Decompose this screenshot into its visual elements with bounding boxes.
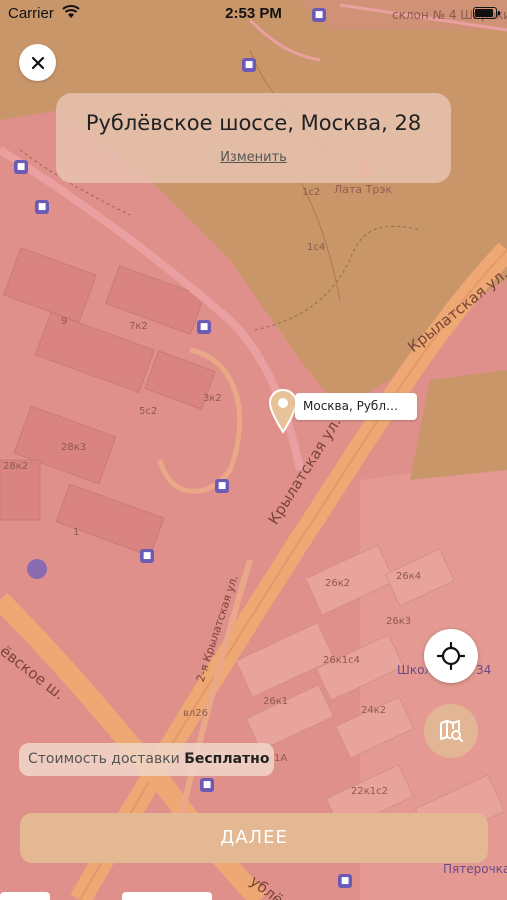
map-house-number: 26к1с4	[323, 655, 360, 666]
battery-level	[475, 9, 494, 17]
map-house-number: 1	[73, 527, 80, 538]
map-house-number: 22к1с2	[351, 786, 388, 797]
map-house-number: 26к1	[263, 696, 289, 707]
next-button[interactable]: ДАЛЕЕ	[20, 813, 488, 863]
map-screen: склон № 4 Широки Лата Трэк 1с2 1с4 9 7к2…	[0, 0, 507, 900]
bus-stop-icon[interactable]: ■	[197, 320, 211, 334]
map-house-number: 26к2	[325, 578, 351, 589]
map-house-number: 5с2	[139, 406, 158, 417]
bus-stop-icon[interactable]: ■	[140, 549, 154, 563]
status-bar: Carrier 2:53 PM	[0, 0, 507, 28]
delivery-cost-chip: Стоимость доставки Бесплатно	[19, 743, 274, 776]
bottom-peek-right	[122, 892, 212, 900]
pet-poi-icon[interactable]	[27, 559, 47, 579]
close-icon	[31, 56, 44, 69]
bus-stop-icon[interactable]: ■	[242, 58, 256, 72]
map-search-button[interactable]	[424, 704, 478, 758]
map-house-number: 26к4	[396, 571, 422, 582]
close-button[interactable]	[19, 44, 56, 81]
map-place-label: Лата Трэк	[334, 183, 393, 196]
map-house-number: 28к2	[3, 461, 29, 472]
map-house-number: 24к2	[361, 705, 387, 716]
delivery-cost-label: Стоимость доставки	[28, 751, 180, 767]
map-house-number: 3к2	[203, 393, 222, 404]
battery-icon	[473, 7, 500, 19]
bus-stop-icon[interactable]: ■	[215, 479, 229, 493]
bus-stop-icon[interactable]: ■	[35, 200, 49, 214]
map-house-number: вл26	[183, 708, 209, 719]
clock: 2:53 PM	[225, 5, 282, 22]
delivery-cost-value: Бесплатно	[184, 751, 270, 767]
address-title: Рублёвское шоссе, Москва, 28	[85, 111, 422, 135]
map-house-number: 1с2	[302, 187, 321, 198]
map-place-label: Пятерочка	[443, 862, 507, 876]
bus-stop-icon[interactable]: ■	[14, 160, 28, 174]
bottom-peek-left	[0, 892, 50, 900]
address-card: Рублёвское шоссе, Москва, 28 Изменить	[56, 93, 451, 183]
map-house-number: 1с4	[307, 242, 326, 253]
pin-address-label[interactable]: Москва, Рубл…	[295, 393, 417, 420]
map-search-icon	[440, 720, 463, 742]
locate-me-button[interactable]	[424, 629, 478, 683]
bus-stop-icon[interactable]: ■	[200, 778, 214, 792]
bus-stop-icon[interactable]: ■	[338, 874, 352, 888]
crosshair-icon	[437, 642, 465, 670]
map-place-label: 34	[476, 663, 492, 677]
map-house-number: 26к3	[386, 616, 412, 627]
map-house-number: 9	[61, 316, 68, 327]
map-house-number: 7к2	[129, 321, 148, 332]
map-house-number: 28к3	[61, 442, 87, 453]
change-address-link[interactable]: Изменить	[56, 150, 451, 165]
